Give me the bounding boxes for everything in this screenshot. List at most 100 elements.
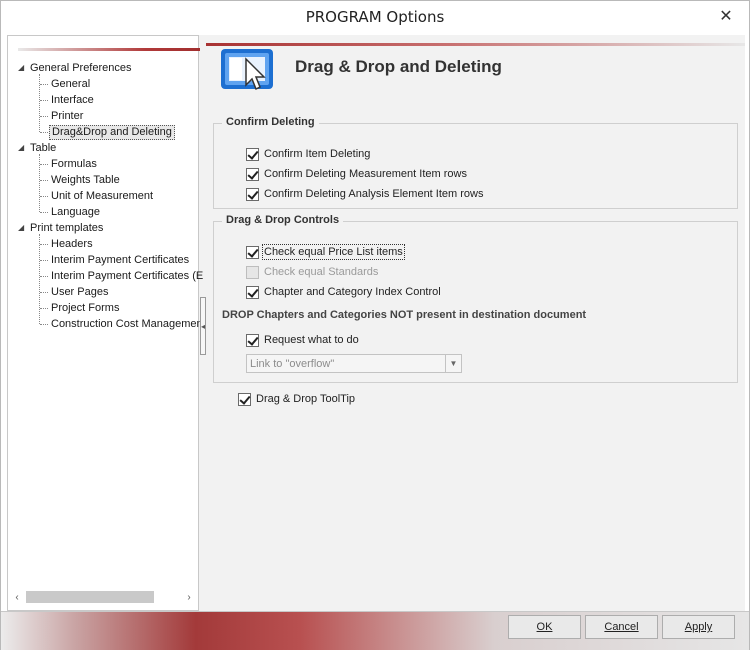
tree-item[interactable]: General bbox=[8, 76, 198, 92]
chapter-category-index-checkbox[interactable]: Chapter and Category Index Control bbox=[246, 284, 441, 300]
tree-connector bbox=[40, 100, 48, 101]
window-title: PROGRAM Options bbox=[305, 8, 445, 26]
tree-connector bbox=[40, 324, 48, 325]
tree-item[interactable]: User Pages bbox=[8, 284, 198, 300]
triangle-down-icon[interactable]: ◢ bbox=[18, 220, 28, 236]
checkbox-label: Check equal Standards bbox=[264, 266, 379, 278]
checkbox-box[interactable] bbox=[246, 285, 259, 299]
checkbox-label: Confirm Item Deleting bbox=[264, 148, 371, 160]
tree-item[interactable]: Headers bbox=[8, 236, 198, 252]
ok-button[interactable]: OK bbox=[508, 615, 581, 639]
checkbox-box[interactable] bbox=[238, 392, 251, 406]
close-icon[interactable]: ✕ bbox=[703, 1, 749, 31]
tree-connector bbox=[40, 212, 48, 213]
tree-item-label: Construction Cost Managemen bbox=[51, 318, 203, 330]
checkbox-label: Chapter and Category Index Control bbox=[264, 286, 441, 298]
checkbox-label: Confirm Deleting Measurement Item rows bbox=[264, 168, 467, 180]
checkbox-label: Request what to do bbox=[264, 334, 359, 346]
tree-item-label: Weights Table bbox=[51, 174, 120, 186]
tree-item[interactable]: Language bbox=[8, 204, 198, 220]
tree-group-node[interactable]: ◢ General Preferences bbox=[8, 60, 198, 76]
tree-horizontal-scrollbar[interactable]: ‹ › bbox=[10, 590, 196, 604]
checkbox-box[interactable] bbox=[246, 333, 259, 347]
triangle-down-icon[interactable]: ◢ bbox=[18, 140, 28, 156]
tree-item-label: Language bbox=[51, 206, 100, 218]
apply-button[interactable]: Apply bbox=[662, 615, 735, 639]
confirm-deleting-group: Confirm Deleting Confirm Item Deleting C… bbox=[213, 116, 738, 209]
tree-item[interactable]: Formulas bbox=[8, 156, 198, 172]
tree-connector bbox=[40, 196, 48, 197]
dialog-footer: OK Cancel Apply bbox=[1, 611, 749, 650]
confirm-deleting-measurement-checkbox[interactable]: Confirm Deleting Measurement Item rows bbox=[246, 166, 467, 182]
checkbox-box[interactable] bbox=[246, 187, 259, 201]
tree-item[interactable]: Weights Table bbox=[8, 172, 198, 188]
tree-item-label: Print templates bbox=[30, 222, 104, 234]
tree-item[interactable]: Interim Payment Certificates bbox=[8, 252, 198, 268]
check-equal-price-list-checkbox[interactable]: Check equal Price List items bbox=[246, 244, 405, 260]
tree-item[interactable]: Printer bbox=[8, 108, 198, 124]
confirm-deleting-analysis-checkbox[interactable]: Confirm Deleting Analysis Element Item r… bbox=[246, 186, 483, 202]
drag-drop-controls-legend: Drag & Drop Controls bbox=[222, 214, 344, 226]
tree-connector bbox=[40, 260, 48, 261]
tree-connector bbox=[39, 74, 40, 132]
dialog-body: ◢ General Preferences General Interface Prin… bbox=[7, 35, 745, 611]
tree-item-label: General bbox=[51, 78, 91, 90]
options-tree-panel: ◢ General Preferences General Interface Prin… bbox=[7, 35, 203, 611]
tree-item[interactable]: Unit of Measurement bbox=[8, 188, 198, 204]
tree-connector bbox=[40, 180, 48, 181]
header-accent-line bbox=[206, 43, 745, 46]
link-target-select[interactable]: Link to "overflow" ▼ bbox=[246, 354, 462, 373]
drag-drop-tooltip-checkbox[interactable]: Drag & Drop ToolTip bbox=[238, 391, 355, 407]
scrollbar-thumb[interactable] bbox=[26, 591, 154, 603]
settings-page: Drag & Drop and Deleting Confirm Deletin… bbox=[206, 35, 745, 611]
tree-item-label: Project Forms bbox=[51, 302, 120, 314]
checkbox-label: Check equal Price List items bbox=[262, 244, 405, 260]
tree-item[interactable]: Project Forms bbox=[8, 300, 198, 316]
checkbox-label: Confirm Deleting Analysis Element Item r… bbox=[264, 188, 484, 200]
tree-connector bbox=[40, 308, 48, 309]
title-bar: PROGRAM Options ✕ bbox=[1, 1, 749, 33]
tree-item[interactable]: Drag&Drop and Deleting bbox=[8, 124, 198, 140]
tree-item[interactable]: Interface bbox=[8, 92, 198, 108]
tree-item[interactable]: Construction Cost Managemen bbox=[8, 316, 203, 332]
tree-item-label: General Preferences bbox=[30, 62, 132, 74]
tree-accent-line bbox=[18, 48, 200, 51]
tree-connector bbox=[39, 154, 40, 212]
options-tree: ◢ General Preferences General Interface Prin… bbox=[8, 60, 203, 332]
tree-item-label: Headers bbox=[51, 238, 93, 250]
tree-item-label: Drag&Drop and Deleting bbox=[49, 125, 175, 140]
tree-connector bbox=[40, 84, 48, 85]
tree-item-label: User Pages bbox=[51, 286, 109, 298]
drag-drop-controls-group: Drag & Drop Controls Check equal Price L… bbox=[213, 214, 738, 383]
tree-connector bbox=[40, 292, 48, 293]
options-window: PROGRAM Options ✕ ◢ General Preferences Ge… bbox=[0, 0, 750, 650]
confirm-item-deleting-checkbox[interactable]: Confirm Item Deleting bbox=[246, 146, 370, 162]
checkbox-box[interactable] bbox=[246, 167, 259, 181]
checkbox-label: Drag & Drop ToolTip bbox=[256, 393, 356, 405]
request-what-to-do-checkbox[interactable]: Request what to do bbox=[246, 332, 359, 348]
cancel-button[interactable]: Cancel bbox=[585, 615, 658, 639]
tree-item-label: Printer bbox=[51, 110, 84, 122]
chevron-right-icon[interactable]: › bbox=[182, 592, 196, 603]
checkbox-box[interactable] bbox=[246, 265, 259, 279]
tree-connector bbox=[40, 132, 48, 133]
drag-drop-cursor-icon bbox=[221, 49, 273, 91]
tree-item[interactable]: Interim Payment Certificates (E bbox=[8, 268, 203, 284]
tree-item-label: Interim Payment Certificates bbox=[51, 254, 190, 266]
checkbox-box[interactable] bbox=[246, 147, 259, 161]
tree-connector bbox=[39, 234, 40, 324]
checkbox-box[interactable] bbox=[246, 245, 259, 259]
confirm-deleting-legend: Confirm Deleting bbox=[222, 116, 319, 128]
tree-item-label: Unit of Measurement bbox=[51, 190, 154, 202]
chevron-left-icon: ◂ bbox=[201, 321, 206, 331]
chevron-down-icon[interactable]: ▼ bbox=[445, 355, 461, 372]
check-equal-standards-checkbox[interactable]: Check equal Standards bbox=[246, 264, 378, 280]
drop-chapters-heading: DROP Chapters and Categories NOT present… bbox=[222, 309, 587, 321]
tree-connector bbox=[40, 164, 48, 165]
chevron-left-icon[interactable]: ‹ bbox=[10, 592, 24, 603]
tree-item-label: Interim Payment Certificates (E bbox=[51, 270, 204, 282]
tree-item-label: Formulas bbox=[51, 158, 97, 170]
tree-group-node[interactable]: ◢ Table bbox=[8, 140, 198, 156]
tree-group-node[interactable]: ◢ Print templates bbox=[8, 220, 198, 236]
triangle-down-icon[interactable]: ◢ bbox=[18, 60, 28, 76]
